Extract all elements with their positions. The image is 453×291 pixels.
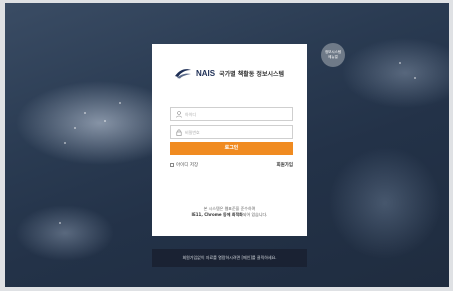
login-card: NAIS 국가별 책활동 정보시스템 로그인 아이디 저장 회원가입 본 시스템… — [152, 44, 307, 236]
id-field[interactable] — [170, 107, 293, 121]
user-icon — [176, 110, 182, 118]
login-options: 아이디 저장 회원가입 — [170, 161, 293, 169]
guest-access-banner[interactable]: 회원가입없이 자료를 열람하시려면 [메인]를 클릭하세요. — [152, 249, 307, 267]
notice-line2-bold: IE11, Chrome 등에 최적화 — [191, 212, 243, 217]
logo-brand: NAIS — [196, 68, 216, 78]
password-field[interactable] — [170, 125, 293, 139]
lock-icon — [176, 129, 182, 136]
help-badge-line2: 메뉴얼 — [328, 55, 338, 59]
help-manual-badge[interactable]: 정보시스템 메뉴얼 — [321, 43, 345, 67]
nais-logo-icon — [175, 69, 191, 79]
notice-line2: IE11, Chrome 등에 최적화되어 있습니다. — [162, 212, 297, 218]
remember-label: 아이디 저장 — [176, 163, 199, 168]
password-input[interactable] — [185, 127, 285, 137]
id-input[interactable] — [185, 109, 285, 119]
notice-line2-rest: 되어 있습니다. — [242, 212, 268, 217]
remember-checkbox[interactable] — [170, 163, 174, 167]
signup-link[interactable]: 회원가입 — [276, 162, 293, 168]
browser-notice: 본 시스템은 웹표준을 준수하며 IE11, Chrome 등에 최적화되어 있… — [162, 206, 297, 218]
login-button[interactable]: 로그인 — [170, 142, 293, 155]
logo-subtitle: 국가별 책활동 정보시스템 — [219, 70, 285, 78]
logo: NAIS 국가별 책활동 정보시스템 — [174, 66, 294, 80]
remember-id[interactable]: 아이디 저장 — [170, 162, 198, 168]
